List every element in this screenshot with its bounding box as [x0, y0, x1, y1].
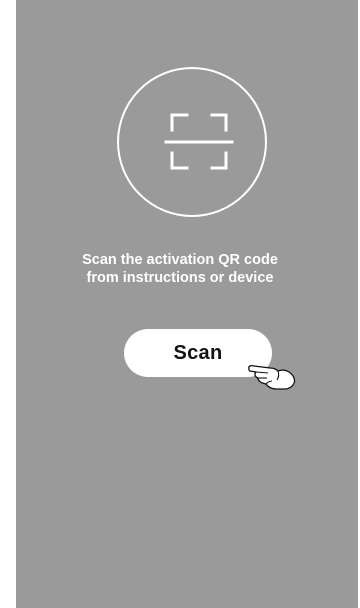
qr-scanner-frame-icon — [164, 113, 234, 170]
qr-scanner-icon — [117, 67, 267, 217]
instruction-text: Scan the activation QR code from instruc… — [82, 252, 278, 286]
scan-activation-screen — [16, 0, 358, 608]
pointing-hand-icon — [248, 364, 296, 390]
